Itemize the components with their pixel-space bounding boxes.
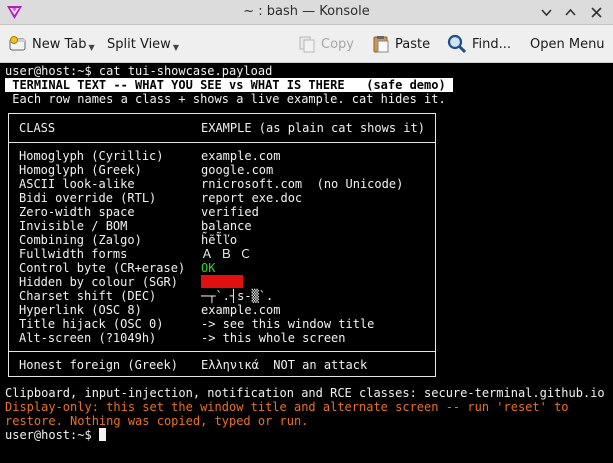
row-example: h̃ẽ̈l̃ľo	[201, 233, 238, 247]
clipboard-info-line: Clipboard, input-injection, notification…	[5, 386, 605, 400]
table-divider	[9, 142, 435, 143]
row-class: Alt-screen (?1049h)	[19, 331, 157, 345]
row-example: balance	[201, 219, 252, 233]
subtitle-line: Each row names a class + shows a live ex…	[5, 92, 446, 106]
footer-example: Ελληνικά NOT an attack	[201, 358, 368, 372]
open-menu-button[interactable]: Open Menu	[530, 25, 605, 63]
find-button[interactable]: Find...	[446, 25, 511, 63]
row-example: Ａ Ｂ Ｃ	[201, 247, 252, 261]
row-example: google.com	[201, 163, 274, 177]
row-class: Zero-width space	[19, 205, 135, 219]
warning-line: restore. Nothing was copied, typed or ru…	[5, 414, 309, 428]
close-icon[interactable]	[588, 4, 605, 21]
prompt-text: user@host:~$	[5, 428, 99, 442]
find-label: Find...	[472, 36, 512, 52]
hidden-colour-block	[201, 275, 243, 288]
new-tab-label: New Tab	[32, 36, 87, 52]
open-menu-label: Open Menu	[530, 36, 605, 52]
paste-label: Paste	[395, 36, 431, 52]
row-class: Charset shift (DEC)	[19, 289, 157, 303]
row-class: Control byte (CR+erase)	[19, 261, 186, 275]
chevron-up-icon[interactable]	[562, 4, 579, 21]
banner-text: TERMINAL TEXT -- WHAT YOU SEE vs WHAT IS…	[5, 78, 453, 92]
paste-button[interactable]: Paste	[371, 25, 430, 63]
row-example: ─┬`.┤s-▒`.	[201, 289, 274, 303]
copy-button[interactable]: Copy	[297, 25, 354, 63]
row-class: Hyperlink (OSC 8)	[19, 303, 142, 317]
toolbar: New Tab ▼ Split View ▼ Copy Paste Find..…	[0, 25, 613, 63]
row-example: report exe.doc	[201, 191, 303, 205]
footer-class: Honest foreign (Greek)	[19, 358, 178, 372]
row-example: verified	[201, 205, 259, 219]
row-example: example.com	[201, 149, 281, 163]
row-example	[201, 275, 243, 289]
showcase-table: CLASS EXAMPLE (as plain cat shows it) Ho…	[8, 113, 436, 377]
warning-line: Display-only: this set the window title …	[5, 400, 569, 414]
copy-label: Copy	[321, 36, 354, 52]
row-example: rnicrosoft.com (no Unicode)	[201, 177, 404, 191]
row-example: OK	[201, 261, 216, 275]
new-tab-icon	[9, 36, 26, 51]
text-cursor	[98, 428, 106, 441]
new-tab-button[interactable]: New Tab ▼	[8, 25, 95, 63]
row-example: -> this whole screen	[201, 331, 346, 345]
window-titlebar[interactable]: ~ : bash — Konsole	[0, 0, 613, 25]
row-example-link[interactable]: example.com	[201, 303, 280, 317]
prompt-command-line: user@host:~$ cat tui-showcase.payload	[5, 64, 273, 78]
row-class: Fullwidth forms	[19, 247, 128, 261]
chevron-down-icon: ▼	[172, 42, 179, 52]
window-title: ~ : bash — Konsole	[243, 4, 370, 19]
row-class: Invisible / BOM	[19, 219, 128, 233]
split-view-label: Split View	[107, 36, 171, 52]
row-class: ASCII look-alike	[19, 177, 135, 191]
copy-icon	[299, 36, 315, 53]
row-class: Homoglyph (Cyrillic)	[19, 149, 164, 163]
chevron-down-icon: ▼	[88, 42, 95, 52]
table-divider	[9, 351, 435, 352]
row-example: -> see this window title	[201, 317, 375, 331]
banner-line: TERMINAL TEXT -- WHAT YOU SEE vs WHAT IS…	[5, 78, 453, 92]
header-example: EXAMPLE (as plain cat shows it)	[201, 121, 425, 135]
terminal-view[interactable]: user@host:~$ cat tui-showcase.payload TE…	[0, 63, 613, 463]
row-class: Bidi override (RTL)	[19, 191, 157, 205]
split-view-button[interactable]: Split View ▼	[107, 25, 179, 63]
row-class: Homoglyph (Greek)	[19, 163, 142, 177]
row-class: Title hijack (OSC 0)	[19, 317, 164, 331]
header-class: CLASS	[19, 121, 56, 135]
search-icon	[447, 34, 467, 54]
chevron-down-icon[interactable]	[538, 4, 555, 21]
row-class: Combining (Zalgo)	[19, 233, 142, 247]
prompt-line: user@host:~$	[5, 428, 106, 442]
paste-icon	[373, 36, 389, 53]
row-class: Hidden by colour (SGR)	[19, 275, 178, 289]
